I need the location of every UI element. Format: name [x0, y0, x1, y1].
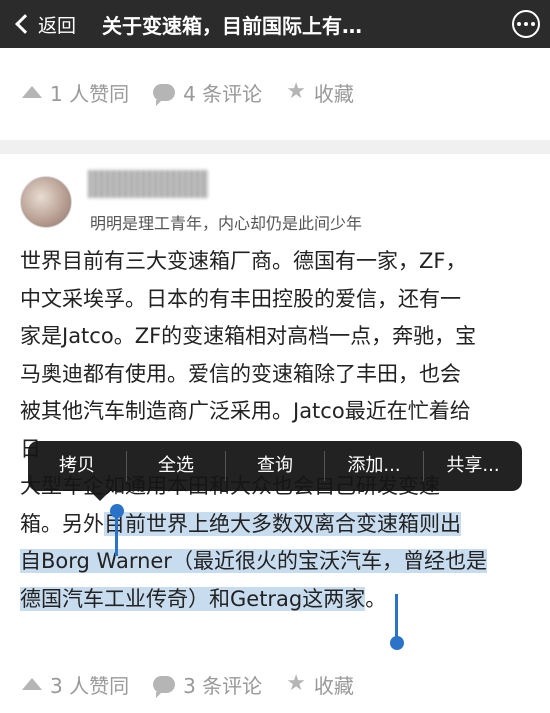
answer-line-part: 。 [365, 586, 387, 611]
back-label: 返回 [38, 14, 77, 37]
upvote-icon [22, 678, 42, 690]
selection-start-handle[interactable] [115, 516, 118, 556]
agree-count: 1 人赞同 [50, 81, 130, 106]
answer-body[interactable]: 世界目前有三大变速箱厂商。德国有一家，ZF， 中文采埃孚。日本的有丰田控股的爱信… [20, 243, 535, 618]
upvote-icon [22, 86, 42, 98]
username-blurred[interactable] [88, 170, 208, 198]
answer-line: 中文采埃孚。日本的有丰田控股的爱信，还有一 [20, 286, 461, 311]
favorite-label: 收藏 [313, 673, 354, 698]
selection-end-handle[interactable] [395, 594, 398, 640]
answer-line: 德国汽车工业传奇）和Getrag这两家。 [20, 581, 535, 619]
user-bio: 明明是理工青年，内心却仍是此间少年 [90, 214, 363, 233]
selected-text: 德国汽车工业传奇）和Getrag这两家 [20, 586, 366, 611]
lookup-menu-item[interactable]: 查询 [226, 451, 325, 481]
answer-line: 被其他汽车制造商广泛采用。Jatco最近在忙着给 [20, 399, 471, 423]
star-icon: ★ [286, 671, 306, 696]
section-divider [0, 140, 550, 154]
share-menu-item[interactable]: 共享... [424, 451, 522, 481]
text-selection-menu: 拷贝 全选 查询 添加... 共享... [28, 441, 522, 491]
favorite-label: 收藏 [313, 81, 354, 106]
star-icon: ★ [286, 79, 306, 104]
agree-button[interactable]: 1 人赞同 [22, 78, 129, 107]
comment-icon [153, 83, 176, 106]
avatar[interactable] [20, 176, 72, 228]
top-action-bar: 1 人赞同 4 条评论 ★ 收藏 [0, 72, 550, 112]
answer-line: 自Borg Warner（最近很火的宝沃汽车，曾经也是 [20, 543, 535, 581]
select-all-menu-item[interactable]: 全选 [127, 451, 226, 481]
more-icon[interactable] [512, 10, 540, 38]
bottom-action-bar: 3 人赞同 3 条评论 ★ 收藏 [0, 664, 550, 704]
answer-line-part: 箱。另外 [20, 511, 104, 536]
answer-line: 箱。另外目前世界上绝大多数双离合变速箱则出 [20, 506, 535, 544]
add-menu-item[interactable]: 添加... [325, 451, 424, 481]
favorite-button[interactable]: ★ 收藏 [286, 670, 354, 699]
page-title: 关于变速箱，目前国际上有… [102, 13, 363, 38]
answer-line: 世界目前有三大变速箱厂商。德国有一家，ZF， [20, 249, 467, 273]
comment-button[interactable]: 3 条评论 [153, 670, 262, 699]
agree-button[interactable]: 3 人赞同 [22, 670, 129, 699]
selected-text: 自Borg Warner（最近很火的宝沃汽车，曾经也是 [20, 549, 487, 573]
comment-button[interactable]: 4 条评论 [153, 78, 262, 107]
navigation-bar: 返回 关于变速箱，目前国际上有… [0, 0, 550, 48]
answer-line: 马奥迪都有使用。爱信的变速箱除了丰田，也会 [20, 361, 461, 386]
chevron-left-icon [15, 14, 35, 34]
agree-count: 3 人赞同 [50, 673, 130, 698]
back-button[interactable]: 返回 [0, 0, 76, 48]
favorite-button[interactable]: ★ 收藏 [286, 78, 354, 107]
copy-menu-item[interactable]: 拷贝 [28, 451, 127, 481]
selected-text: 目前世界上绝大多数双离合变速箱则出 [104, 511, 461, 536]
comment-count: 3 条评论 [183, 673, 263, 698]
comment-icon [153, 675, 176, 698]
comment-count: 4 条评论 [183, 81, 263, 106]
answer-line: 家是Jatco。ZF的变速箱相对高档一点，奔驰，宝 [20, 324, 477, 348]
menu-pointer [90, 491, 110, 501]
selection-end-knob[interactable] [390, 636, 404, 650]
